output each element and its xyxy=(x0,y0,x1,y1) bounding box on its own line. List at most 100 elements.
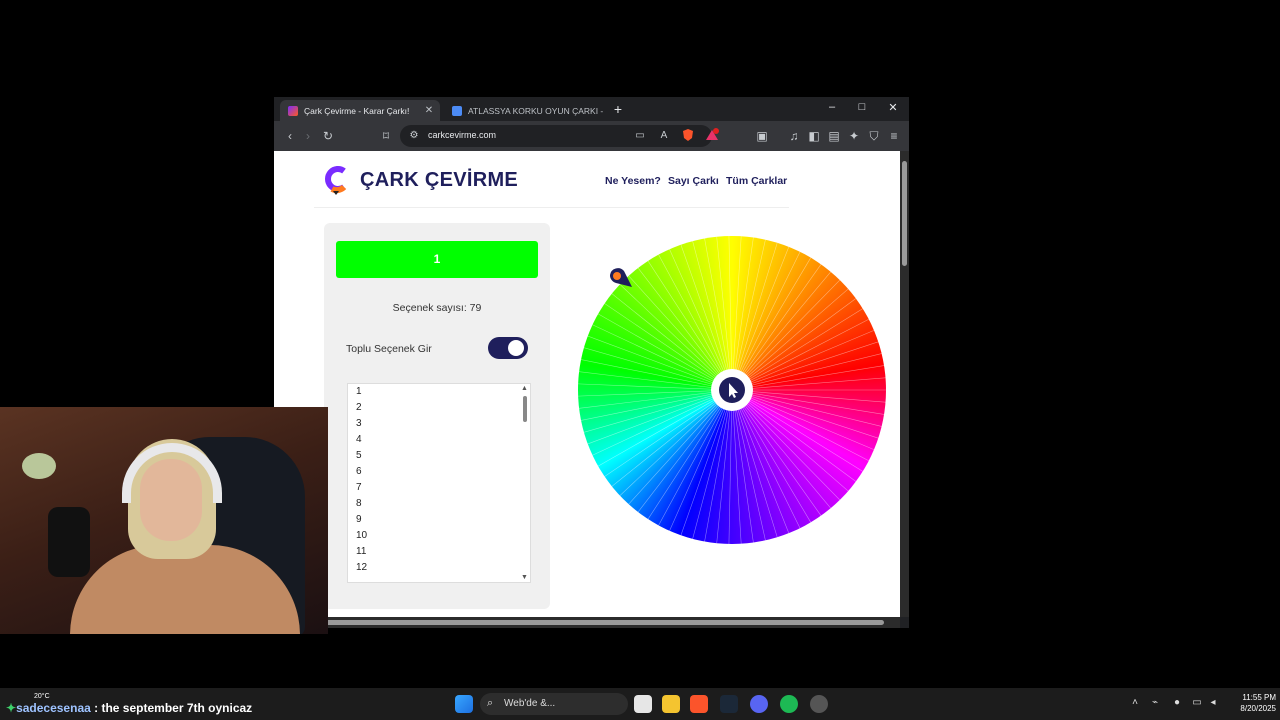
rewards-icon[interactable] xyxy=(704,128,720,144)
wallet-icon[interactable]: ▤ xyxy=(826,128,842,144)
chat-username: sadecesenaa xyxy=(16,701,91,715)
file-explorer-icon[interactable] xyxy=(662,695,680,713)
scroll-thumb[interactable] xyxy=(523,396,527,422)
wheel-segment-divider xyxy=(731,237,754,391)
bookmark-icon[interactable]: ⌑ xyxy=(378,128,394,144)
chat-message: : the september 7th oynicaz xyxy=(90,701,253,715)
docs-favicon-icon xyxy=(452,105,462,116)
close-window-button[interactable]: ✕ xyxy=(883,101,903,114)
tab-bar: Çark Çevirme - Karar Çarkı! ✕ ATLASSYA K… xyxy=(274,97,909,121)
wheel-segment-divider xyxy=(704,389,733,542)
wheel-segment-divider xyxy=(680,389,733,536)
tab-atlassya[interactable]: ATLASSYA KORKU OYUN ÇARKI - Goo xyxy=(444,100,604,121)
wheel-segment-divider xyxy=(731,389,863,472)
tab-cark-cevirme[interactable]: Çark Çevirme - Karar Çarkı! ✕ xyxy=(280,100,440,121)
close-tab-icon[interactable]: ✕ xyxy=(422,105,436,116)
wheel-segment-divider xyxy=(731,389,882,427)
list-item: 5 xyxy=(356,450,362,461)
bulk-entry-toggle[interactable] xyxy=(488,337,528,359)
search-icon: ⌕ xyxy=(487,697,494,709)
webcam-overlay xyxy=(0,407,328,634)
page-horizontal-scrollbar[interactable] xyxy=(274,617,900,628)
reader-mode-icon[interactable]: ▣ xyxy=(754,128,770,144)
page-viewport: ÇARK ÇEVİRME Ne Yesem? Sayı Çarkı Tüm Ça… xyxy=(274,151,900,617)
options-textarea[interactable]: 1 2 3 4 5 6 7 8 9 10 11 12 ▲ ▼ xyxy=(347,383,531,583)
wheel-segment-divider xyxy=(731,389,841,501)
translate-icon[interactable]: A xyxy=(656,128,672,144)
list-item: 10 xyxy=(356,530,368,541)
new-tab-button[interactable]: + xyxy=(610,101,626,117)
wheel-segment-divider xyxy=(658,254,733,391)
weather-widget[interactable]: 20°C xyxy=(34,693,50,700)
sidebar-icon[interactable]: ◧ xyxy=(806,128,822,144)
wheel-segment-divider xyxy=(611,293,733,391)
scroll-thumb[interactable] xyxy=(902,161,907,266)
taskbar-search[interactable]: ⌕ Web'de &... xyxy=(480,693,628,715)
spotify-icon[interactable] xyxy=(780,695,798,713)
maximize-button[interactable]: □ xyxy=(852,101,872,113)
discord-icon[interactable] xyxy=(750,695,768,713)
wheel-segment-divider xyxy=(731,298,857,391)
start-icon[interactable] xyxy=(455,695,473,713)
cark-favicon-icon xyxy=(288,105,298,116)
reload-icon[interactable]: ↻ xyxy=(320,128,336,144)
list-item: 7 xyxy=(356,482,362,493)
forward-icon[interactable]: › xyxy=(300,128,316,144)
address-bar[interactable]: ⚙ carkcevirme.com ▭ A ↗ xyxy=(400,125,712,147)
wheel-segment-divider xyxy=(731,389,754,543)
wheel-segment-divider xyxy=(731,389,849,492)
leo-ai-icon[interactable]: ✦ xyxy=(846,128,862,144)
media-icon[interactable]: ♫ xyxy=(786,128,802,144)
display-icon[interactable]: ▭ xyxy=(1190,697,1204,708)
list-item: 4 xyxy=(356,434,362,445)
site-info-icon[interactable]: ⚙ xyxy=(406,128,422,144)
vpn-shield-icon[interactable]: ⛉ xyxy=(866,128,882,144)
spin-result-button[interactable]: 1 xyxy=(336,241,538,278)
wheel-segment-divider xyxy=(731,389,879,439)
nav-sayi-carki[interactable]: Sayı Çarkı xyxy=(668,175,719,187)
wheel-segment-divider xyxy=(658,389,733,526)
scroll-down-icon[interactable]: ▼ xyxy=(521,574,528,581)
network-off-icon[interactable]: ⌁ xyxy=(1148,697,1162,708)
nav-ne-yesem[interactable]: Ne Yesem? xyxy=(605,175,661,187)
wheel-segment-divider xyxy=(731,389,742,544)
microphone-icon[interactable]: ● xyxy=(1170,697,1184,708)
taskbar-clock[interactable]: 11:55 PM 8/20/2025 xyxy=(1224,692,1276,714)
wheel-segment-divider xyxy=(731,389,885,415)
wheel-segment-divider xyxy=(611,389,733,487)
wheel-hub[interactable] xyxy=(711,369,753,411)
menu-icon[interactable]: ≡ xyxy=(886,128,902,144)
obs-icon[interactable] xyxy=(810,695,828,713)
wheel-segment-divider xyxy=(731,389,857,482)
wheel-segment-divider xyxy=(731,389,886,403)
page-vertical-scrollbar[interactable] xyxy=(900,151,909,617)
wheel-segment-divider xyxy=(731,389,869,461)
toggle-knob xyxy=(508,340,524,356)
wheel-segment-divider xyxy=(597,389,733,467)
wheel-segment-divider xyxy=(731,389,812,523)
textarea-scrollbar[interactable]: ▲ ▼ xyxy=(520,384,530,582)
wheel-segment-divider xyxy=(731,389,778,538)
microphone xyxy=(48,507,90,577)
wheel-segment-divider xyxy=(628,275,733,391)
volume-icon[interactable]: ◂ xyxy=(1206,697,1220,708)
minimize-button[interactable]: – xyxy=(822,101,842,113)
tray-overflow-icon[interactable]: ˄ xyxy=(1128,697,1142,708)
brave-shield-icon[interactable] xyxy=(680,128,696,144)
task-view-icon[interactable] xyxy=(634,695,652,713)
cast-icon[interactable]: ▭ xyxy=(632,128,648,144)
tab-title: ATLASSYA KORKU OYUN ÇARKI - Goo xyxy=(468,105,604,116)
back-icon[interactable]: ‹ xyxy=(282,128,298,144)
site-brand[interactable]: ÇARK ÇEVİRME xyxy=(360,169,518,192)
scroll-thumb[interactable] xyxy=(324,620,884,625)
site-logo-icon[interactable] xyxy=(324,165,350,200)
plush-toy xyxy=(22,453,56,479)
nav-tum-carklar[interactable]: Tüm Çarklar xyxy=(726,175,787,187)
list-item: 12 xyxy=(356,562,368,573)
scroll-up-icon[interactable]: ▲ xyxy=(521,385,528,392)
steam-icon[interactable] xyxy=(720,695,738,713)
spin-center-button[interactable] xyxy=(719,377,745,403)
brave-browser-icon[interactable] xyxy=(690,695,708,713)
clock-time: 11:55 PM xyxy=(1242,693,1276,702)
wheel-pointer-icon xyxy=(606,267,634,298)
